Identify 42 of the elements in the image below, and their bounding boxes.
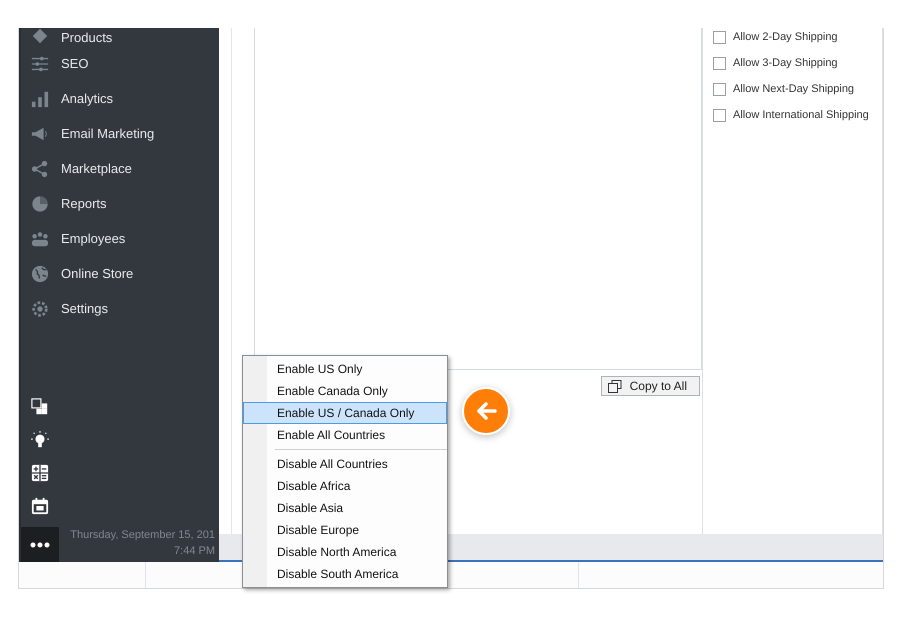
clock-date: Thursday, September 15, 201 [70,528,215,543]
sidebar-item[interactable]: Settings [21,291,219,326]
sidebar-item[interactable]: Email Marketing [21,116,219,151]
menu-item[interactable]: Disable All Countries [243,453,447,475]
menu-item[interactable]: Enable All Countries [243,424,447,446]
menu-item[interactable]: Disable South America [243,563,447,585]
shipping-checkbox[interactable]: Allow International Shipping [713,107,884,123]
shipping-checkbox[interactable]: Allow 3-Day Shipping [713,55,884,71]
shipping-checkbox[interactable]: Allow Next-Day Shipping [713,81,884,97]
clock-time: 7:44 PM [174,544,215,559]
menu-item[interactable]: Enable Canada Only [243,380,447,402]
nav-icon [31,300,49,318]
sidebar-item[interactable]: Products [21,28,219,46]
arrow-left-icon [475,401,497,421]
menu-item[interactable]: Disable North America [243,541,447,563]
menu-item[interactable]: Disable Europe [243,519,447,541]
sidebar-item[interactable]: Employees [21,221,219,256]
sidebar-item[interactable]: Online Store [21,256,219,291]
nav-icon [31,160,49,178]
sidebar-item[interactable]: Analytics [21,81,219,116]
nav-icon [31,264,49,282]
sidebar-item[interactable]: Marketplace [21,151,219,186]
nav-icon [31,90,49,108]
more-icon [30,542,50,548]
sidebar-item[interactable]: SEO [21,46,219,81]
sidebar-item[interactable]: Reports [21,186,219,221]
windows-icon[interactable] [31,398,49,416]
menu-item[interactable]: Disable Africa [243,475,447,497]
nav-icon [31,54,49,72]
nav-icon [31,194,49,212]
calendar-icon[interactable] [31,497,49,515]
more-button[interactable] [21,527,59,562]
shipping-checkbox[interactable]: Allow 2-Day Shipping [713,29,884,45]
calculator-icon[interactable] [31,464,49,482]
copy-button[interactable]: Copy to All [600,376,700,396]
menu-item[interactable]: Enable US Only [243,358,447,380]
nav-icon [31,230,49,248]
nav-icon [31,28,49,45]
lightbulb-icon[interactable] [31,431,49,449]
copy-icon [608,380,622,392]
menu-item[interactable]: Enable US / Canada Only [243,402,447,424]
menu-item[interactable]: Disable Asia [243,497,447,519]
